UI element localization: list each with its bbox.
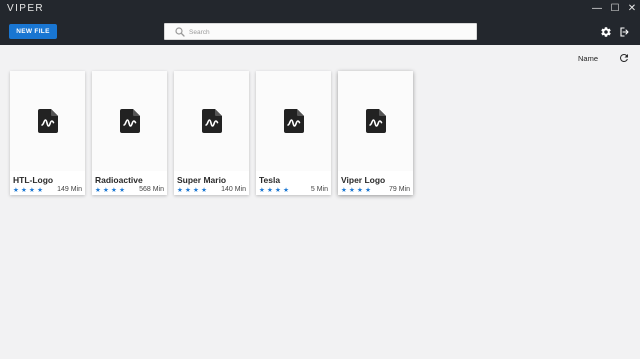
card-duration: 140 Min [221, 186, 246, 193]
logout-icon[interactable] [618, 26, 630, 38]
audio-file-icon [284, 109, 304, 133]
rating-stars: ★★★★ [177, 187, 210, 194]
minimize-button[interactable]: — [587, 1, 607, 17]
card-preview [338, 71, 413, 171]
card-preview [174, 71, 249, 171]
card-duration: 79 Min [388, 186, 410, 193]
card-title: Radioactive [95, 175, 143, 185]
title-bar: VIPER — ☐ ✕ [0, 0, 640, 18]
audio-file-icon [366, 109, 386, 133]
rating-stars: ★★★★ [259, 187, 292, 194]
card-duration: 149 Min [57, 186, 82, 193]
card-title: Tesla [259, 175, 281, 185]
audio-file-icon [202, 109, 222, 133]
refresh-icon[interactable] [618, 52, 630, 64]
search-input[interactable] [189, 26, 469, 38]
rating-stars: ★★★★ [13, 187, 46, 194]
sort-by-name[interactable]: Name [578, 54, 598, 63]
card-title: HTL-Logo [13, 175, 54, 185]
search-icon [175, 27, 185, 37]
file-card-selected[interactable]: Viper Logo ★★★★ 79 Min [338, 71, 413, 195]
file-card[interactable]: HTL-Logo ★★★★ 149 Min [10, 71, 85, 195]
close-button[interactable]: ✕ [622, 1, 640, 17]
card-preview [256, 71, 331, 171]
rating-stars: ★★★★ [95, 187, 128, 194]
search-box[interactable] [164, 23, 477, 40]
new-file-button[interactable]: NEW FILE [9, 24, 57, 39]
card-title: Viper Logo [341, 175, 386, 185]
card-duration: 568 Min [139, 186, 164, 193]
file-card[interactable]: Tesla ★★★★ 5 Min [256, 71, 331, 195]
file-card[interactable]: Super Mario ★★★★ 140 Min [174, 71, 249, 195]
audio-file-icon [38, 109, 58, 133]
toolbar: NEW FILE [0, 18, 640, 45]
app-title: VIPER [7, 3, 45, 14]
card-title: Super Mario [177, 175, 227, 185]
card-preview [92, 71, 167, 171]
file-card[interactable]: Radioactive ★★★★ 568 Min [92, 71, 167, 195]
card-preview [10, 71, 85, 171]
gear-icon[interactable] [600, 26, 612, 38]
card-duration: 5 Min [310, 186, 328, 193]
audio-file-icon [120, 109, 140, 133]
rating-stars: ★★★★ [341, 187, 374, 194]
